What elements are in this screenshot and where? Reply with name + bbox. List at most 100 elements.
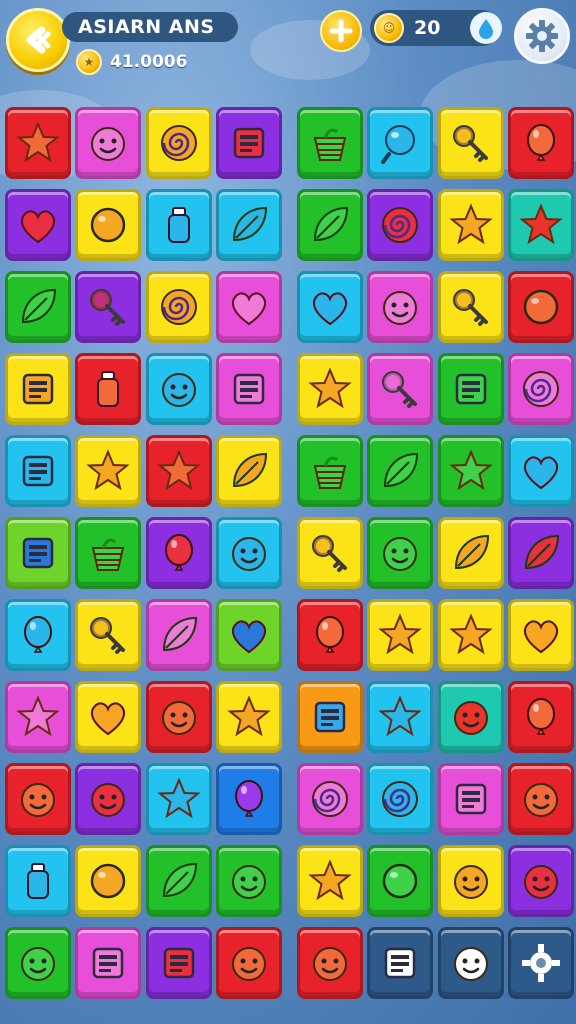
tile-ball[interactable] [367,107,433,179]
tile-face[interactable] [5,927,71,999]
tile-star[interactable] [297,845,363,917]
heart-icon [231,620,267,654]
tile-face[interactable] [75,763,141,835]
tile-basket[interactable] [75,517,141,589]
tile-circle[interactable] [367,845,433,917]
tile-face[interactable] [508,845,574,917]
tile-balloon[interactable] [216,763,282,835]
tile-swirl[interactable] [297,763,363,835]
tile-box[interactable] [5,435,71,507]
tile-leaf[interactable] [5,271,71,343]
tile-face[interactable] [297,927,363,999]
tile-face[interactable] [216,845,282,917]
tile-face[interactable] [367,517,433,589]
tile-heart[interactable] [75,681,141,753]
tile-gear[interactable] [508,927,574,999]
tile-star[interactable] [438,435,504,507]
tile-heart[interactable] [216,271,282,343]
tile-box[interactable] [297,681,363,753]
box-icon [22,455,54,487]
tile-swirl[interactable] [146,271,212,343]
tile-leaf[interactable] [438,517,504,589]
key-icon [312,535,347,572]
tile-star[interactable] [367,681,433,753]
tile-bottle[interactable] [75,353,141,425]
tile-box[interactable] [5,353,71,425]
tile-star[interactable] [146,435,212,507]
tile-face[interactable] [216,927,282,999]
tile-balloon[interactable] [508,681,574,753]
star-icon [157,449,201,491]
tile-key[interactable] [297,517,363,589]
tile-face[interactable] [438,927,504,999]
tile-leaf[interactable] [216,189,282,261]
tile-swirl[interactable] [146,107,212,179]
tile-circle[interactable] [75,845,141,917]
tile-heart[interactable] [297,271,363,343]
tile-heart[interactable] [5,189,71,261]
tile-face[interactable] [216,517,282,589]
tile-face[interactable] [438,681,504,753]
tile-balloon[interactable] [146,517,212,589]
tile-balloon[interactable] [5,599,71,671]
tile-leaf[interactable] [216,435,282,507]
tile-circle[interactable] [508,271,574,343]
tile-star[interactable] [5,681,71,753]
tile-box[interactable] [5,517,71,589]
tile-box[interactable] [146,927,212,999]
tile-star[interactable] [216,681,282,753]
tile-swirl[interactable] [367,189,433,261]
tile-box[interactable] [216,107,282,179]
tile-leaf[interactable] [367,435,433,507]
tile-box[interactable] [75,927,141,999]
tile-leaf[interactable] [297,189,363,261]
tile-balloon[interactable] [297,599,363,671]
tile-swirl[interactable] [367,763,433,835]
tile-face[interactable] [5,763,71,835]
face-icon [232,537,266,571]
tile-swirl[interactable] [508,353,574,425]
heart-icon [90,702,126,736]
tile-circle[interactable] [75,189,141,261]
basket-icon [91,538,125,571]
tile-leaf[interactable] [508,517,574,589]
tile-face[interactable] [146,681,212,753]
box-icon [384,947,416,979]
tile-bottle[interactable] [146,189,212,261]
tile-face[interactable] [367,271,433,343]
tile-basket[interactable] [297,435,363,507]
tile-box[interactable] [438,763,504,835]
tile-bottle[interactable] [5,845,71,917]
tile-heart[interactable] [508,599,574,671]
tile-box[interactable] [438,353,504,425]
tile-face[interactable] [508,763,574,835]
tile-star[interactable] [146,763,212,835]
face-icon [21,947,55,981]
tile-box[interactable] [216,353,282,425]
tile-leaf[interactable] [146,599,212,671]
tile-star[interactable] [75,435,141,507]
tile-heart[interactable] [508,435,574,507]
tile-star[interactable] [508,189,574,261]
tile-key[interactable] [438,107,504,179]
tile-box[interactable] [367,927,433,999]
tile-key[interactable] [75,271,141,343]
tile-face[interactable] [438,845,504,917]
swirl-icon [382,207,418,243]
tile-face[interactable] [75,107,141,179]
tile-star[interactable] [297,353,363,425]
tile-star[interactable] [5,107,71,179]
tile-balloon[interactable] [508,107,574,179]
tile-star[interactable] [367,599,433,671]
tile-face[interactable] [146,353,212,425]
tile-key[interactable] [75,599,141,671]
tile-key[interactable] [367,353,433,425]
tile-star[interactable] [438,599,504,671]
tile-star[interactable] [438,189,504,261]
box-icon [455,373,487,405]
tile-key[interactable] [438,271,504,343]
tile-basket[interactable] [297,107,363,179]
tile-leaf[interactable] [146,845,212,917]
heart-icon [231,292,267,326]
tile-heart[interactable] [216,599,282,671]
